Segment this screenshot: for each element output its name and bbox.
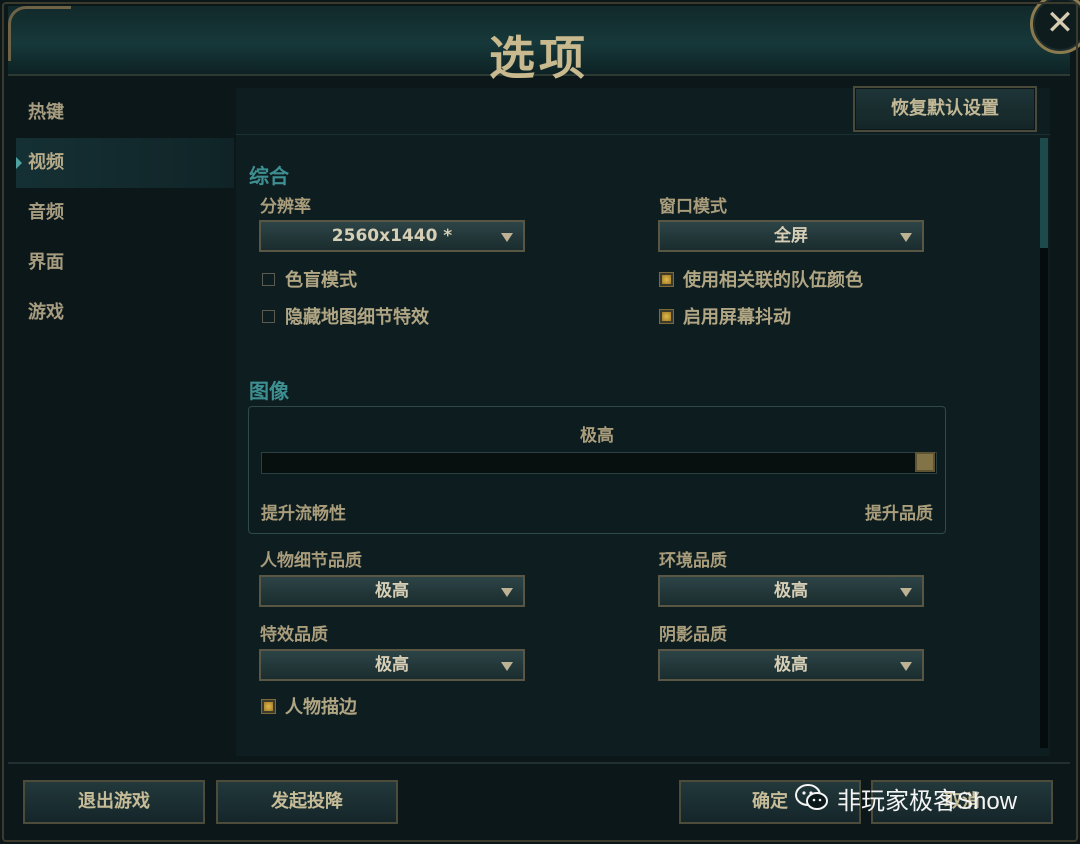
settings-panel: 恢复默认设置 综合 分辨率 2560x1440 * 窗口模式 全屏 色盲模式 隐…: [236, 86, 1050, 756]
graphics-quality-slider[interactable]: [261, 452, 937, 474]
graphics-quality-box: 极高 提升流畅性 提升品质: [248, 406, 946, 534]
dropdown-arrow-icon: [501, 233, 513, 242]
exit-game-button[interactable]: 退出游戏: [23, 780, 205, 824]
character-quality-label: 人物细节品质: [260, 551, 362, 571]
window-mode-dropdown[interactable]: 全屏: [658, 220, 924, 252]
environment-quality-label: 环境品质: [659, 551, 727, 571]
dropdown-arrow-icon: [501, 662, 513, 671]
dropdown-arrow-icon: [900, 588, 912, 597]
outline-checkbox[interactable]: [262, 699, 275, 713]
restore-defaults-button[interactable]: 恢复默认设置: [853, 86, 1037, 132]
dropdown-arrow-icon: [900, 233, 912, 242]
resolution-label: 分辨率: [260, 197, 311, 217]
environment-quality-dropdown[interactable]: 极高: [658, 575, 924, 607]
shadow-quality-dropdown[interactable]: 极高: [658, 649, 924, 681]
sidebar-item-video[interactable]: 视频: [16, 138, 234, 188]
window-mode-label: 窗口模式: [659, 197, 727, 217]
window-mode-value: 全屏: [774, 226, 808, 246]
effects-quality-label: 特效品质: [260, 625, 328, 645]
scrollbar-thumb[interactable]: [1040, 138, 1048, 248]
section-title-graphics: 图像: [249, 379, 289, 403]
character-quality-dropdown[interactable]: 极高: [259, 575, 525, 607]
dropdown-arrow-icon: [501, 588, 513, 597]
team-colors-checkbox-row[interactable]: 使用相关联的队伍颜色: [660, 268, 863, 291]
hide-map-detail-label: 隐藏地图细节特效: [285, 307, 429, 328]
sidebar-item-audio[interactable]: 音频: [16, 188, 234, 238]
resolution-dropdown[interactable]: 2560x1440 *: [259, 220, 525, 252]
shadow-quality-value: 极高: [774, 655, 808, 675]
colorblind-label: 色盲模式: [285, 270, 357, 291]
sidebar-item-interface[interactable]: 界面: [16, 238, 234, 288]
watermark-text: 非玩家极客Show: [837, 787, 1018, 815]
resolution-value: 2560x1440 *: [331, 226, 453, 246]
environment-quality-value: 极高: [774, 581, 808, 601]
close-icon: ✕: [1045, 3, 1075, 43]
hide-map-detail-checkbox[interactable]: [262, 309, 275, 323]
surrender-button[interactable]: 发起投降: [216, 780, 398, 824]
dropdown-arrow-icon: [900, 662, 912, 671]
colorblind-checkbox-row[interactable]: 色盲模式: [262, 268, 357, 291]
slider-min-label: 提升流畅性: [261, 504, 346, 524]
slider-handle[interactable]: [915, 452, 935, 472]
hide-map-detail-checkbox-row[interactable]: 隐藏地图细节特效: [262, 305, 429, 328]
panel-divider: [236, 134, 1050, 135]
screen-shake-checkbox-row[interactable]: 启用屏幕抖动: [660, 305, 791, 328]
section-title-general: 综合: [249, 164, 289, 188]
window-title: 选项: [489, 31, 589, 85]
outline-checkbox-row[interactable]: 人物描边: [262, 695, 357, 718]
shadow-quality-label: 阴影品质: [659, 625, 727, 645]
sidebar: 热键 视频 音频 界面 游戏: [16, 88, 234, 338]
team-colors-checkbox[interactable]: [660, 272, 673, 286]
team-colors-label: 使用相关联的队伍颜色: [683, 270, 863, 291]
character-quality-value: 极高: [375, 581, 409, 601]
outline-label: 人物描边: [285, 697, 357, 718]
effects-quality-dropdown[interactable]: 极高: [259, 649, 525, 681]
slider-max-label: 提升品质: [865, 504, 933, 524]
watermark: 非玩家极客Show: [795, 776, 1017, 820]
effects-quality-value: 极高: [375, 655, 409, 675]
options-window: 选项 ✕ 热键 视频 音频 界面 游戏 恢复默认设置 综合 分辨率 2560x1…: [0, 0, 1080, 844]
wechat-icon: [795, 783, 829, 813]
graphics-quality-value: 极高: [580, 426, 614, 446]
screen-shake-label: 启用屏幕抖动: [683, 307, 791, 328]
sidebar-item-game[interactable]: 游戏: [16, 288, 234, 338]
colorblind-checkbox[interactable]: [262, 272, 275, 286]
screen-shake-checkbox[interactable]: [660, 309, 673, 323]
sidebar-item-hotkeys[interactable]: 热键: [16, 88, 234, 138]
window-header: 选项: [8, 6, 1070, 85]
